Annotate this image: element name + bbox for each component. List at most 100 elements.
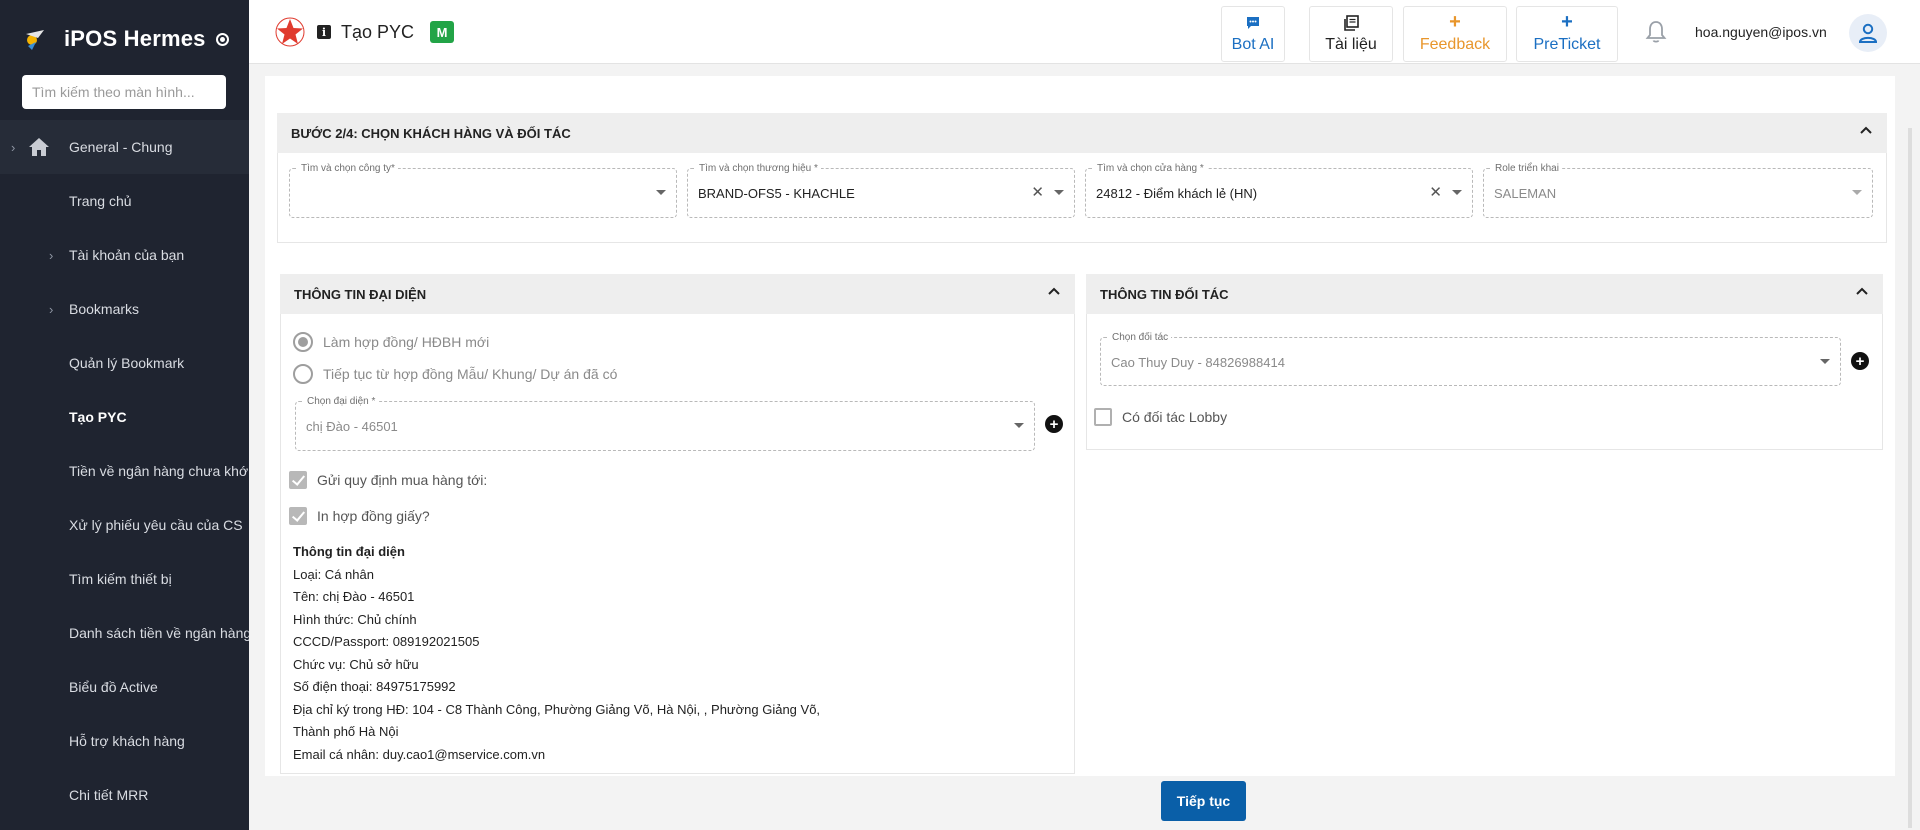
caret-down-icon [656, 190, 666, 195]
sidebar-item-chi-tiet-mrr[interactable]: Chi tiết MRR [0, 768, 249, 822]
representative-title: THÔNG TIN ĐẠI DIỆN [294, 286, 427, 302]
feedback-label: Feedback [1419, 36, 1491, 53]
checkbox-checked-icon [289, 471, 307, 489]
avatar[interactable] [1849, 14, 1887, 52]
sidebar-item-label: Trang chủ [69, 193, 132, 209]
chevron-up-icon[interactable] [1859, 123, 1873, 137]
sidebar-item-trang-chu[interactable]: Trang chủ [0, 174, 249, 228]
chat-bubble-icon [1247, 17, 1259, 29]
brand-select[interactable]: Tìm và chọn thương hiệu * BRAND-OFS5 - K… [687, 163, 1075, 218]
info-position: Chức vụ: Chủ sở hữu [293, 656, 419, 672]
caret-down-icon [1852, 190, 1862, 195]
brand-radio-icon [215, 32, 229, 46]
sidebar-item-label: Tạo PYC [69, 409, 127, 425]
chevron-up-icon[interactable] [1855, 284, 1869, 298]
sidebar-item-label: Chi tiết MRR [69, 787, 149, 803]
representative-select[interactable]: Chọn đại diện * chị Đào - 46501 [295, 396, 1035, 451]
representative-section-header[interactable]: THÔNG TIN ĐẠI DIỆN [280, 274, 1075, 314]
sidebar-item-label: Xử lý phiếu yêu cầu của CS [69, 517, 243, 533]
feedback-button[interactable]: + Feedback [1403, 6, 1507, 62]
brand[interactable]: iPOS Hermes [22, 24, 229, 54]
partner-value: Cao Thuy Duy - 84826988414 [1111, 355, 1285, 370]
sidebar-item-label: Danh sách tiền về ngân hàng [69, 625, 249, 641]
sidebar: iPOS Hermes › General - Chung Trang chủ … [0, 0, 249, 830]
home-icon [29, 138, 49, 156]
bot-ai-label: Bot AI [1231, 36, 1275, 53]
caret-down-icon [1014, 423, 1024, 428]
topbar: i Tạo PYC M Bot AI Tài liệu + Feedback +… [249, 0, 1920, 64]
plus-icon: + [1449, 11, 1461, 33]
checkbox-checked-icon [289, 507, 307, 525]
role-value: SALEMAN [1494, 186, 1557, 201]
check-send-rules[interactable]: Gửi quy định mua hàng tới: [289, 471, 487, 489]
company-select[interactable]: Tìm và chọn công ty* [289, 163, 677, 218]
sidebar-item-tim-kiem-thiet-bi[interactable]: Tìm kiếm thiết bị [0, 552, 249, 606]
step-section-header[interactable]: BƯỚC 2/4: CHỌN KHÁCH HÀNG VÀ ĐỐI TÁC [277, 113, 1887, 153]
scrollbar[interactable] [1908, 128, 1912, 828]
partner-select[interactable]: Chọn đối tác Cao Thuy Duy - 84826988414 [1100, 332, 1841, 386]
page-header: i Tạo PYC M [275, 17, 455, 47]
partner-section-header[interactable]: THÔNG TIN ĐỐI TÁC [1086, 274, 1883, 314]
company-label: Tìm và chọn công ty* [298, 163, 398, 174]
page-title: Tạo PYC [341, 21, 415, 42]
info-form: Hình thức: Chủ chính [293, 611, 417, 627]
sidebar-item-quan-ly-bookmark[interactable]: Quản lý Bookmark [0, 336, 249, 390]
plus-icon: + [1561, 11, 1573, 33]
info-phone: Số điện thoại: 84975175992 [293, 679, 456, 694]
representative-info: Thông tin đại diện Loại: Cá nhân Tên: ch… [293, 541, 820, 766]
sidebar-item-label: Tìm kiếm thiết bị [69, 571, 172, 587]
radio-new-label: Làm hợp đồng/ HĐBH mới [323, 334, 490, 350]
sidebar-search-input[interactable] [22, 75, 226, 109]
store-select[interactable]: Tìm và chọn cửa hàng * 24812 - Điểm khác… [1085, 163, 1473, 218]
sidebar-item-label: Hỗ trợ khách hàng [69, 733, 185, 749]
caret-down-icon [1054, 190, 1064, 195]
star-logo-icon [275, 17, 305, 47]
sidebar-item-label: Biểu đồ Active [69, 679, 158, 695]
representative-label: Chọn đại diện * [304, 396, 379, 407]
sidebar-item-tien-ve-chua-khop[interactable]: Tiền về ngân hàng chưa khớp [0, 444, 249, 498]
info-icon[interactable]: i [317, 25, 331, 39]
sidebar-item-xu-ly-phieu[interactable]: Xử lý phiếu yêu cầu của CS [0, 498, 249, 552]
radio-continue-contract[interactable]: Tiếp tục từ hợp đồng Mẫu/ Khung/ Dự án đ… [293, 364, 617, 384]
tai-lieu-button[interactable]: Tài liệu [1309, 6, 1393, 62]
bot-ai-button[interactable]: Bot AI [1221, 6, 1285, 62]
sidebar-item-bieu-do-active[interactable]: Biểu đồ Active [0, 660, 249, 714]
sidebar-item-tai-khoan[interactable]: › Tài khoản của bạn [0, 228, 249, 282]
info-id: CCCD/Passport: 089192021505 [293, 634, 480, 649]
check-lobby-partner[interactable]: Có đối tác Lobby [1094, 408, 1227, 426]
sidebar-item-tao-pyc[interactable]: Tạo PYC [0, 390, 249, 444]
checkbox-empty-icon [1094, 408, 1112, 426]
sidebar-item-ho-tro-khach-hang[interactable]: Hỗ trợ khách hàng [0, 714, 249, 768]
role-select[interactable]: Role triển khai SALEMAN [1483, 163, 1873, 218]
chevron-right-icon: › [11, 139, 16, 155]
brand-title: iPOS Hermes [64, 26, 206, 51]
clear-icon[interactable]: ✕ [1031, 183, 1044, 201]
tai-lieu-label: Tài liệu [1325, 36, 1377, 53]
partner-title: THÔNG TIN ĐỐI TÁC [1100, 286, 1229, 302]
continue-button[interactable]: Tiếp tục [1161, 781, 1246, 821]
add-partner-icon[interactable]: + [1851, 352, 1869, 370]
chevron-right-icon: › [49, 247, 54, 263]
user-email[interactable]: hoa.nguyen@ipos.vn [1695, 24, 1827, 40]
add-representative-icon[interactable]: + [1045, 415, 1063, 433]
preticket-button[interactable]: + PreTicket [1516, 6, 1618, 62]
radio-new-contract[interactable]: Làm hợp đồng/ HĐBH mới [293, 332, 489, 352]
bell-icon[interactable] [1645, 20, 1667, 44]
brand-label: Tìm và chọn thương hiệu * [696, 163, 821, 174]
m-badge[interactable]: M [430, 21, 455, 43]
radio-continue-label: Tiếp tục từ hợp đồng Mẫu/ Khung/ Dự án đ… [323, 366, 618, 382]
sidebar-item-label: Tài khoản của bạn [69, 247, 185, 263]
sidebar-item-bookmarks[interactable]: › Bookmarks [0, 282, 249, 336]
info-name: Tên: chị Đào - 46501 [293, 589, 415, 604]
sidebar-item-danh-sach-tien-ve[interactable]: Danh sách tiền về ngân hàng [0, 606, 249, 660]
info-address-line2: Thành phố Hà Nội [293, 724, 399, 739]
step-title: BƯỚC 2/4: CHỌN KHÁCH HÀNG VÀ ĐỐI TÁC [291, 125, 571, 141]
check-lobby-label: Có đối tác Lobby [1122, 409, 1228, 425]
sidebar-item-general[interactable]: › General - Chung [0, 120, 249, 174]
chevron-up-icon[interactable] [1047, 284, 1061, 298]
radio-empty-icon [293, 364, 313, 384]
clear-icon[interactable]: ✕ [1429, 183, 1442, 201]
info-title: Thông tin đại diện [293, 544, 405, 559]
user-icon [1858, 23, 1878, 43]
check-print-contract[interactable]: In hợp đồng giấy? [289, 507, 430, 525]
